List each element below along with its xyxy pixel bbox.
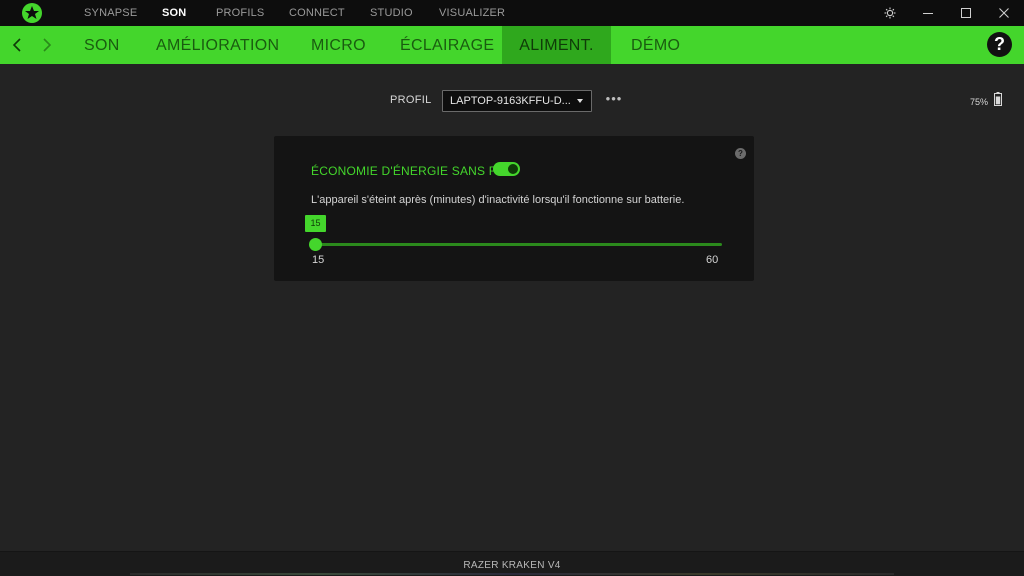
profile-selected-value: LAPTOP-9163KFFU-D... bbox=[450, 95, 571, 107]
inactivity-slider-thumb[interactable] bbox=[308, 238, 322, 251]
tab-demo[interactable]: DÉMO bbox=[631, 26, 680, 64]
settings-icon[interactable] bbox=[872, 0, 908, 26]
profile-label: PROFIL bbox=[390, 94, 432, 106]
title-bar: SYNAPSE SON PROFILS CONNECT STUDIO VISUA… bbox=[0, 0, 1024, 26]
back-arrow-icon[interactable] bbox=[6, 26, 28, 64]
tab-micro[interactable]: MICRO bbox=[311, 26, 366, 64]
toggle-knob bbox=[508, 164, 518, 174]
slider-max-label: 60 bbox=[706, 254, 719, 266]
battery-icon bbox=[994, 92, 1002, 106]
top-tab-studio[interactable]: STUDIO bbox=[370, 0, 413, 26]
minimize-icon[interactable] bbox=[910, 0, 946, 26]
top-tab-synapse[interactable]: SYNAPSE bbox=[84, 0, 137, 26]
power-saving-toggle[interactable] bbox=[493, 162, 520, 176]
maximize-icon[interactable] bbox=[948, 0, 984, 26]
top-tab-connect[interactable]: CONNECT bbox=[289, 0, 345, 26]
lighting-strip bbox=[130, 573, 894, 575]
help-button[interactable]: ? bbox=[987, 32, 1012, 57]
forward-arrow-icon[interactable] bbox=[36, 26, 58, 64]
feature-title: ÉCONOMIE D'ÉNERGIE SANS FIL bbox=[311, 164, 507, 178]
help-icon[interactable]: ? bbox=[735, 148, 746, 159]
device-name[interactable]: RAZER KRAKEN V4 bbox=[0, 560, 1024, 571]
inactivity-slider-track[interactable] bbox=[315, 243, 722, 246]
top-tab-son[interactable]: SON bbox=[162, 0, 186, 26]
top-tab-visualizer[interactable]: VISUALIZER bbox=[439, 0, 505, 26]
sub-navigation: SON AMÉLIORATION MICRO ÉCLAIRAGE ALIMENT… bbox=[0, 26, 1024, 64]
top-tab-profils[interactable]: PROFILS bbox=[216, 0, 264, 26]
slider-value-bubble: 15 bbox=[305, 215, 326, 232]
close-icon[interactable] bbox=[986, 0, 1022, 26]
razer-logo-icon[interactable] bbox=[20, 1, 44, 25]
slider-min-label: 15 bbox=[312, 254, 325, 266]
feature-description: L'appareil s'éteint après (minutes) d'in… bbox=[311, 194, 685, 206]
synapse-window: SYNAPSE SON PROFILS CONNECT STUDIO VISUA… bbox=[0, 0, 1024, 576]
profile-dropdown[interactable]: LAPTOP-9163KFFU-D... bbox=[442, 90, 592, 112]
tab-aliment[interactable]: ALIMENT. bbox=[502, 26, 611, 64]
tab-eclairage[interactable]: ÉCLAIRAGE bbox=[400, 26, 494, 64]
wireless-power-saving-card: ? ÉCONOMIE D'ÉNERGIE SANS FIL L'appareil… bbox=[274, 136, 754, 281]
more-options-button[interactable]: ••• bbox=[604, 92, 624, 110]
tab-son[interactable]: SON bbox=[84, 26, 120, 64]
chevron-down-icon bbox=[577, 99, 583, 103]
tab-amelioration[interactable]: AMÉLIORATION bbox=[156, 26, 279, 64]
battery-level-text: 75% bbox=[970, 97, 989, 107]
